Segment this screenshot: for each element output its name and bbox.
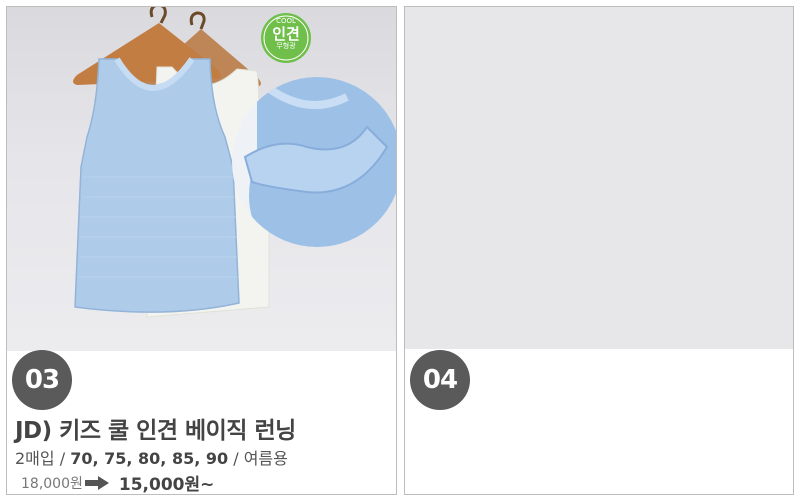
original-price: 18,000원 bbox=[21, 475, 83, 492]
product-title[interactable]: JD) 키즈 쿨 인견 베이직 런닝 bbox=[15, 411, 296, 445]
size-list: 70, 75, 80, 85, 90 bbox=[70, 449, 229, 468]
sale-price: 15,000원~ bbox=[118, 475, 215, 495]
cool-badge-bottom: 무형광 bbox=[276, 42, 296, 50]
hanger-hook-back bbox=[189, 11, 206, 30]
product-number-badge: 04 bbox=[410, 350, 470, 410]
cool-badge: COOL 인견 무형광 bbox=[266, 17, 306, 51]
arrow-right-icon bbox=[84, 475, 109, 490]
product-photo-placeholder[interactable] bbox=[405, 7, 793, 349]
season-info: / 여름용 bbox=[233, 449, 288, 468]
product-card-03[interactable]: COOL 인견 무형광 03 JD) 키즈 쿨 인견 베이직 런닝 2매입 / … bbox=[6, 6, 397, 495]
product-details: 2매입 / 70, 75, 80, 85, 90 / 여름용 bbox=[15, 445, 288, 469]
hanger-hook-front bbox=[149, 7, 167, 24]
price-row: 18,000원 15,000원~ bbox=[21, 470, 215, 495]
cool-badge-main: 인견 bbox=[272, 25, 300, 43]
product-card-04[interactable]: 04 bbox=[404, 6, 794, 495]
tank-top-image bbox=[73, 7, 396, 318]
product-number-badge: 03 bbox=[12, 350, 72, 410]
pack-info: 2매입 / bbox=[15, 449, 66, 468]
product-photo[interactable]: COOL 인견 무형광 bbox=[7, 7, 396, 351]
